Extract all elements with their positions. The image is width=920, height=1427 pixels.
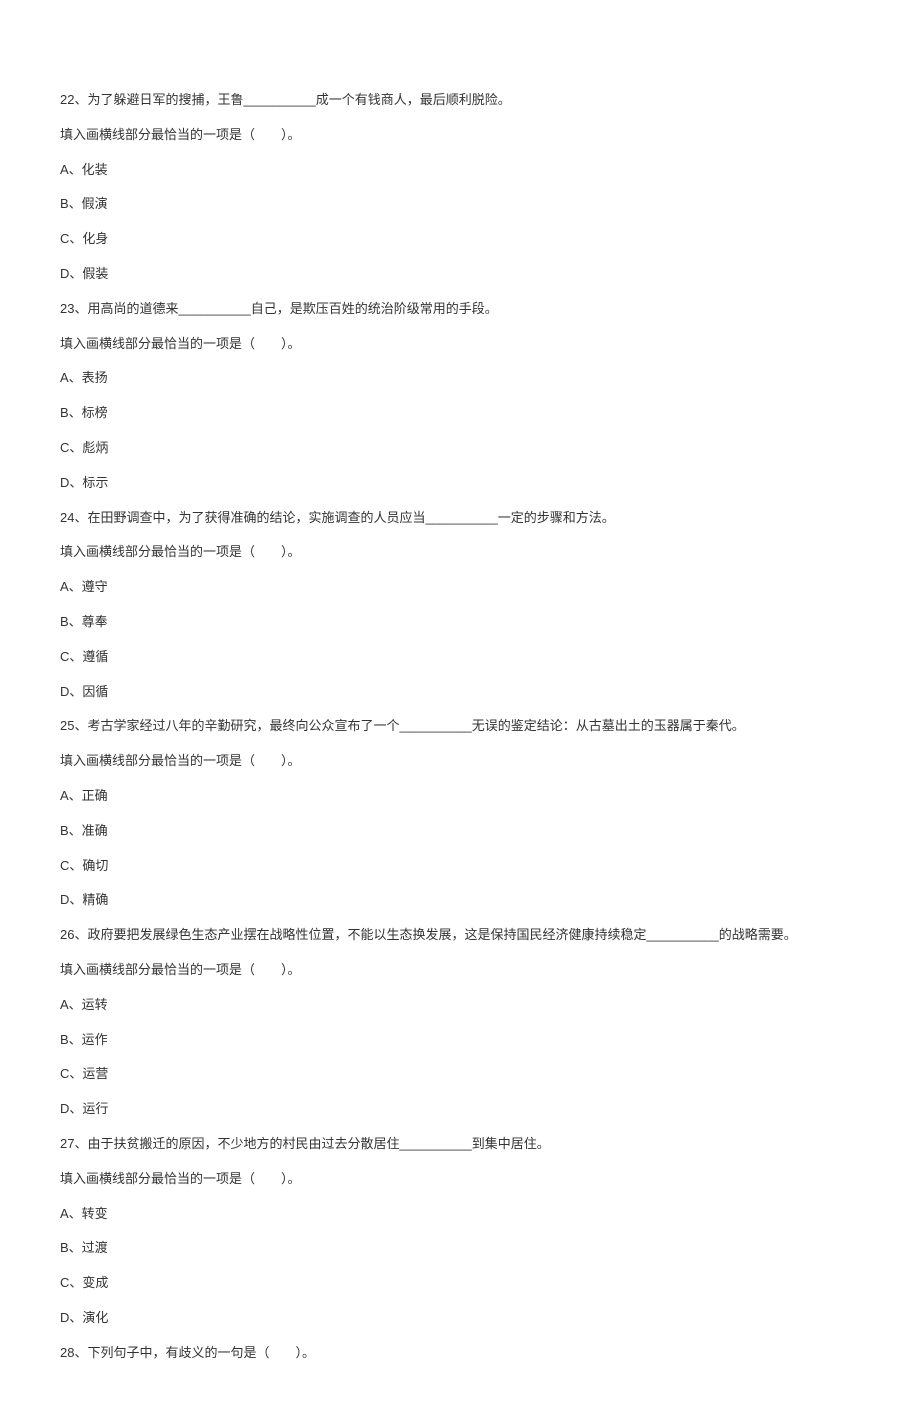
question-text: 26、政府要把发展绿色生态产业摆在战略性位置，不能以生态换发展，这是保持国民经济… — [60, 925, 860, 946]
question-option[interactable]: B、尊奉 — [60, 612, 860, 633]
question-prompt: 填入画横线部分最恰当的一项是（ ）。 — [60, 542, 860, 563]
question-option[interactable]: A、表扬 — [60, 368, 860, 389]
question-option[interactable]: B、运作 — [60, 1030, 860, 1051]
question-text: 24、在田野调查中，为了获得准确的结论，实施调查的人员应当__________一… — [60, 508, 860, 529]
question-option[interactable]: A、运转 — [60, 995, 860, 1016]
question-prompt: 填入画横线部分最恰当的一项是（ ）。 — [60, 125, 860, 146]
question-option[interactable]: D、假装 — [60, 264, 860, 285]
question-text: 22、为了躲避日军的搜捕，王鲁__________成一个有钱商人，最后顺利脱险。 — [60, 90, 860, 111]
question-option[interactable]: B、准确 — [60, 821, 860, 842]
question-option[interactable]: D、因循 — [60, 682, 860, 703]
question-option[interactable]: B、假演 — [60, 194, 860, 215]
question-option[interactable]: A、遵守 — [60, 577, 860, 598]
question-prompt: 填入画横线部分最恰当的一项是（ ）。 — [60, 960, 860, 981]
question-text: 28、下列句子中，有歧义的一句是（ ）。 — [60, 1343, 860, 1364]
question-option[interactable]: D、演化 — [60, 1308, 860, 1329]
question-option[interactable]: C、遵循 — [60, 647, 860, 668]
question-text: 25、考古学家经过八年的辛勤研究，最终向公众宣布了一个__________无误的… — [60, 716, 860, 737]
question-option[interactable]: D、精确 — [60, 890, 860, 911]
question-prompt: 填入画横线部分最恰当的一项是（ ）。 — [60, 1169, 860, 1190]
question-text: 23、用高尚的道德来__________自己，是欺压百姓的统治阶级常用的手段。 — [60, 299, 860, 320]
question-option[interactable]: C、运营 — [60, 1064, 860, 1085]
question-option[interactable]: C、化身 — [60, 229, 860, 250]
question-prompt: 填入画横线部分最恰当的一项是（ ）。 — [60, 751, 860, 772]
question-option[interactable]: A、转变 — [60, 1204, 860, 1225]
question-option[interactable]: D、标示 — [60, 473, 860, 494]
question-option[interactable]: A、化装 — [60, 160, 860, 181]
question-option[interactable]: D、运行 — [60, 1099, 860, 1120]
question-text: 27、由于扶贫搬迁的原因，不少地方的村民由过去分散居住__________到集中… — [60, 1134, 860, 1155]
question-option[interactable]: B、标榜 — [60, 403, 860, 424]
question-prompt: 填入画横线部分最恰当的一项是（ ）。 — [60, 334, 860, 355]
question-option[interactable]: A、正确 — [60, 786, 860, 807]
question-option[interactable]: C、确切 — [60, 856, 860, 877]
question-option[interactable]: C、变成 — [60, 1273, 860, 1294]
question-option[interactable]: C、彪炳 — [60, 438, 860, 459]
question-option[interactable]: B、过渡 — [60, 1238, 860, 1259]
